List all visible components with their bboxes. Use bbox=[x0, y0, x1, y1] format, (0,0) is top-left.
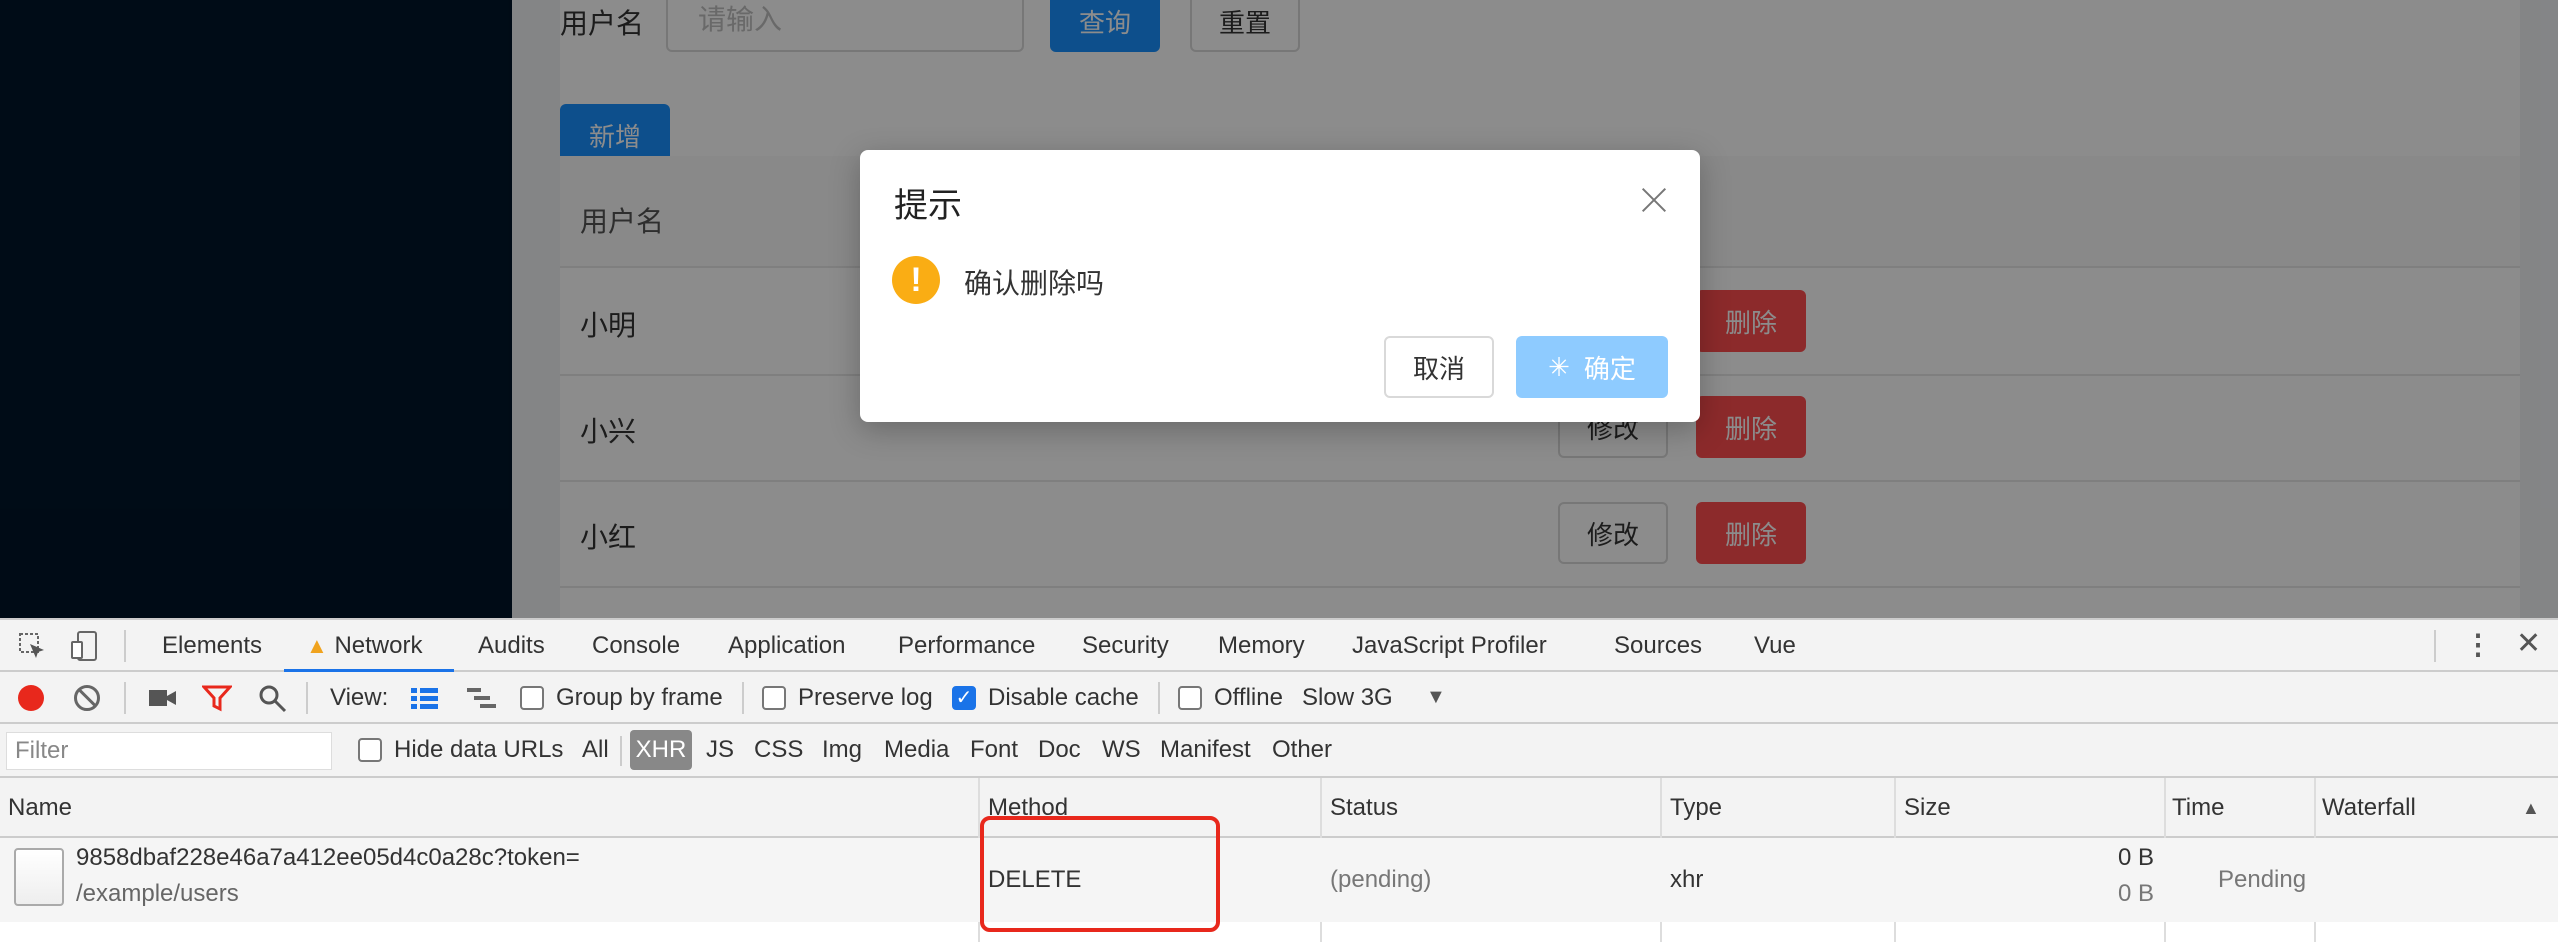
overview-waterfall-icon[interactable] bbox=[466, 686, 498, 712]
confirm-modal: 提示 ! 确认删除吗 取消 ✳ 确定 bbox=[860, 150, 1700, 422]
request-size-resource: 0 B bbox=[2118, 880, 2155, 907]
disable-cache-label: Disable cache bbox=[988, 684, 1139, 711]
requests-table-header: Name Method Status Type Size Time Waterf… bbox=[0, 778, 2558, 838]
tab-performance[interactable]: Performance bbox=[898, 632, 1035, 660]
group-by-frame-label: Group by frame bbox=[556, 684, 723, 711]
close-devtools-icon[interactable]: ✕ bbox=[2516, 626, 2541, 661]
hide-data-urls-checkbox[interactable] bbox=[358, 738, 382, 762]
column-time[interactable]: Time bbox=[2172, 794, 2224, 822]
filter-type-font[interactable]: Font bbox=[970, 736, 1018, 764]
separator bbox=[2434, 630, 2436, 662]
tab-audits[interactable]: Audits bbox=[478, 632, 545, 660]
column-size[interactable]: Size bbox=[1904, 794, 1951, 822]
method-highlight-box bbox=[980, 816, 1220, 932]
document-icon bbox=[14, 848, 64, 906]
filter-input[interactable]: Filter bbox=[6, 732, 332, 770]
hide-data-urls-label: Hide data URLs bbox=[394, 736, 564, 763]
filter-bar: Filter Hide data URLs All XHR JS CSS Img… bbox=[0, 724, 2558, 778]
preserve-log-checkbox[interactable] bbox=[762, 686, 786, 710]
filter-type-js[interactable]: JS bbox=[706, 736, 734, 764]
separator bbox=[124, 630, 126, 662]
filter-icon[interactable] bbox=[202, 684, 232, 712]
view-label: View: bbox=[330, 684, 389, 711]
tab-application[interactable]: Application bbox=[728, 632, 845, 660]
device-toolbar-icon[interactable] bbox=[70, 630, 100, 662]
request-status: (pending) bbox=[1330, 866, 1432, 893]
separator bbox=[620, 736, 622, 766]
loading-spinner-icon: ✳ bbox=[1548, 351, 1570, 382]
close-icon[interactable] bbox=[1640, 186, 1668, 214]
tab-vue[interactable]: Vue bbox=[1754, 632, 1796, 660]
throttling-select[interactable]: Slow 3G bbox=[1302, 684, 1393, 712]
group-by-frame-checkbox[interactable] bbox=[520, 686, 544, 710]
devtools-tabbar: Elements ▲ Network Audits Console Applic… bbox=[0, 618, 2558, 673]
column-waterfall[interactable]: Waterfall bbox=[2322, 794, 2416, 822]
chevron-down-icon[interactable]: ▼ bbox=[1426, 686, 1446, 709]
warning-icon: ! bbox=[892, 256, 940, 304]
cancel-button[interactable]: 取消 bbox=[1384, 336, 1494, 398]
tab-javascript-profiler[interactable]: JavaScript Profiler bbox=[1352, 632, 1547, 660]
filter-type-img[interactable]: Img bbox=[822, 736, 862, 764]
filter-type-xhr[interactable]: XHR bbox=[630, 730, 692, 770]
search-icon[interactable] bbox=[258, 684, 288, 714]
modal-message: 确认删除吗 bbox=[964, 268, 1105, 299]
filter-type-manifest[interactable]: Manifest bbox=[1160, 736, 1251, 764]
request-time: Pending bbox=[2218, 866, 2307, 893]
tab-memory[interactable]: Memory bbox=[1218, 632, 1305, 660]
warning-triangle-icon: ▲ bbox=[306, 633, 328, 658]
filter-type-all[interactable]: All bbox=[582, 736, 609, 764]
large-rows-list-icon[interactable] bbox=[410, 686, 440, 712]
separator bbox=[306, 682, 308, 714]
ok-label: 确定 bbox=[1583, 353, 1636, 384]
request-size: 0 B bbox=[2118, 844, 2155, 871]
network-toolbar: View: Group by frame Preserve log ✓ Disa… bbox=[0, 672, 2558, 724]
separator bbox=[124, 682, 126, 714]
offline-checkbox[interactable] bbox=[1178, 686, 1202, 710]
filter-type-other[interactable]: Other bbox=[1272, 736, 1332, 764]
preserve-log-label: Preserve log bbox=[798, 684, 933, 711]
column-name[interactable]: Name bbox=[8, 794, 72, 822]
column-type[interactable]: Type bbox=[1670, 794, 1722, 822]
ok-button[interactable]: ✳ 确定 bbox=[1516, 336, 1668, 398]
tab-sources[interactable]: Sources bbox=[1614, 632, 1702, 660]
clear-icon[interactable] bbox=[74, 685, 100, 711]
request-name: 9858dbaf228e46a7a412ee05d4c0a28c?token= bbox=[76, 844, 580, 871]
separator bbox=[742, 682, 744, 714]
filter-type-css[interactable]: CSS bbox=[754, 736, 803, 764]
requests-table: Name Method Status Type Size Time Waterf… bbox=[0, 778, 2558, 942]
tab-security[interactable]: Security bbox=[1082, 632, 1169, 660]
app-area: 用户名 请输入 查询 重置 新增 用户名 小明 删除 小兴 修改 删除 小红 修… bbox=[0, 0, 2558, 618]
column-status[interactable]: Status bbox=[1330, 794, 1398, 822]
filter-type-media[interactable]: Media bbox=[884, 736, 949, 764]
tab-console[interactable]: Console bbox=[592, 632, 680, 660]
tab-network[interactable]: ▲ Network bbox=[306, 632, 422, 660]
more-options-icon[interactable]: ⋮ bbox=[2464, 628, 2492, 661]
devtools-panel: Elements ▲ Network Audits Console Applic… bbox=[0, 618, 2558, 942]
disable-cache-checkbox[interactable]: ✓ bbox=[952, 686, 976, 710]
tab-elements[interactable]: Elements bbox=[162, 632, 262, 660]
filter-type-ws[interactable]: WS bbox=[1102, 736, 1141, 764]
separator bbox=[1158, 682, 1160, 714]
tab-network-label: Network bbox=[334, 632, 423, 659]
inspect-element-icon[interactable] bbox=[18, 632, 46, 660]
filter-type-doc[interactable]: Doc bbox=[1038, 736, 1081, 764]
sort-ascending-icon[interactable]: ▲ bbox=[2522, 798, 2540, 819]
request-path: /example/users bbox=[76, 880, 239, 907]
screenshot-camera-icon[interactable] bbox=[148, 686, 178, 710]
request-row[interactable]: 9858dbaf228e46a7a412ee05d4c0a28c?token= … bbox=[0, 838, 2558, 922]
modal-title: 提示 bbox=[894, 187, 962, 225]
offline-label: Offline bbox=[1214, 684, 1283, 711]
request-type: xhr bbox=[1670, 866, 1704, 893]
record-icon[interactable] bbox=[18, 685, 44, 711]
